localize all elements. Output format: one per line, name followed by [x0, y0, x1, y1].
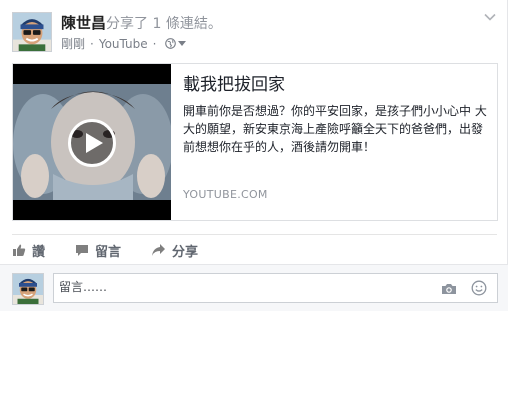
- post-header: 陳世昌分享了 1 條連結。: [61, 12, 222, 33]
- comment-box[interactable]: [53, 273, 498, 303]
- camera-icon[interactable]: [441, 281, 457, 297]
- post-options-chevron-icon[interactable]: [483, 10, 497, 24]
- comment-button[interactable]: 留言: [75, 241, 121, 260]
- author-avatar[interactable]: [12, 12, 52, 52]
- post-meta: 剛剛 · YouTube ·: [61, 35, 187, 52]
- share-arrow-icon: [152, 244, 166, 256]
- post-timestamp[interactable]: 剛剛: [61, 35, 85, 52]
- commenter-avatar[interactable]: [12, 273, 44, 305]
- action-divider: [12, 234, 497, 235]
- comment-label: 留言: [95, 244, 122, 260]
- privacy-dropdown-caret-icon[interactable]: [178, 41, 187, 46]
- link-description: 開車前你是否想過？你的平安回家，是孩子們小小心中 大大的願望，新安東京海上產險呼…: [183, 104, 487, 154]
- link-preview[interactable]: 載我把拔回家 開車前你是否想過？你的平安回家，是孩子們小小心中 大大的願望，新安…: [12, 63, 498, 221]
- meta-separator: ·: [90, 36, 94, 51]
- link-text[interactable]: 載我把拔回家 開車前你是否想過？你的平安回家，是孩子們小小心中 大大的願望，新安…: [183, 74, 488, 156]
- comment-composer: [0, 264, 508, 311]
- like-button[interactable]: 讚: [12, 241, 45, 260]
- play-button[interactable]: [68, 119, 116, 167]
- post-card: 陳世昌分享了 1 條連結。 剛剛 · YouTube · 載我把拔回家 開車前你…: [0, 0, 508, 311]
- video-thumbnail[interactable]: [13, 64, 171, 220]
- share-button[interactable]: 分享: [151, 241, 198, 260]
- comment-input[interactable]: [59, 280, 429, 294]
- like-label: 讚: [32, 244, 46, 260]
- comment-bubble-icon: [76, 245, 89, 256]
- meta-separator: ·: [152, 36, 157, 51]
- link-title[interactable]: 載我把拔回家: [183, 74, 488, 96]
- globe-icon[interactable]: [165, 38, 177, 49]
- thumbs-up-icon: [13, 244, 26, 256]
- link-domain: YOUTUBE.COM: [183, 188, 268, 201]
- post-action-text: 分享了 1 條連結。: [106, 16, 222, 32]
- post-source[interactable]: YouTube: [99, 37, 148, 51]
- emoji-smile-icon[interactable]: [471, 280, 487, 296]
- play-icon: [86, 133, 103, 153]
- share-label: 分享: [172, 244, 199, 260]
- post-actions: 讚 留言 分享: [12, 240, 228, 260]
- author-name[interactable]: 陳世昌: [61, 14, 106, 32]
